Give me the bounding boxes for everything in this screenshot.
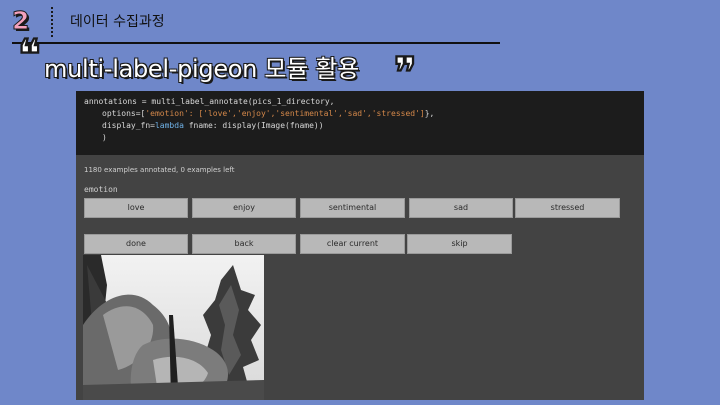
code-text: fname: display(Image(fname)) — [183, 121, 324, 130]
code-text: options=[ — [102, 109, 146, 118]
tree-photo-image — [83, 255, 264, 400]
header-rule — [12, 42, 500, 44]
slide-title: multi-label-pigeon 모듈 활용 — [44, 55, 359, 83]
annotation-status: 1180 examples annotated, 0 examples left — [84, 166, 235, 174]
open-quote-icon: ❝ — [18, 30, 42, 79]
code-string: 'emotion': ['love','enjoy','sentimental'… — [145, 109, 425, 118]
code-cell[interactable]: annotations = multi_label_annotate(pics_… — [76, 91, 644, 155]
back-button[interactable]: back — [192, 234, 296, 254]
done-button[interactable]: done — [84, 234, 188, 254]
section-title: 데이터 수집과정 — [70, 14, 165, 30]
skip-button[interactable]: skip — [407, 234, 512, 254]
label-button-sad[interactable]: sad — [409, 198, 513, 218]
code-text: display_fn= — [102, 121, 155, 130]
notebook-screenshot: annotations = multi_label_annotate(pics_… — [76, 91, 644, 400]
code-line-2: options=['emotion': ['love','enjoy','sen… — [102, 108, 434, 119]
label-button-love[interactable]: love — [84, 198, 188, 218]
close-quote-icon: ❞ — [394, 48, 418, 97]
label-button-sentimental[interactable]: sentimental — [300, 198, 405, 218]
dotted-divider — [51, 7, 53, 37]
label-button-enjoy[interactable]: enjoy — [192, 198, 296, 218]
label-category: emotion — [84, 185, 118, 194]
code-line-1: annotations = multi_label_annotate(pics_… — [84, 97, 335, 106]
code-keyword: lambda — [154, 121, 184, 130]
code-line-3: display_fn=lambda fname: display(Image(f… — [102, 120, 324, 131]
code-text: }, — [424, 109, 435, 118]
clear-current-button[interactable]: clear current — [300, 234, 405, 254]
tree-photo — [83, 255, 264, 400]
label-button-stressed[interactable]: stressed — [515, 198, 620, 218]
code-line-4: ) — [102, 133, 107, 142]
